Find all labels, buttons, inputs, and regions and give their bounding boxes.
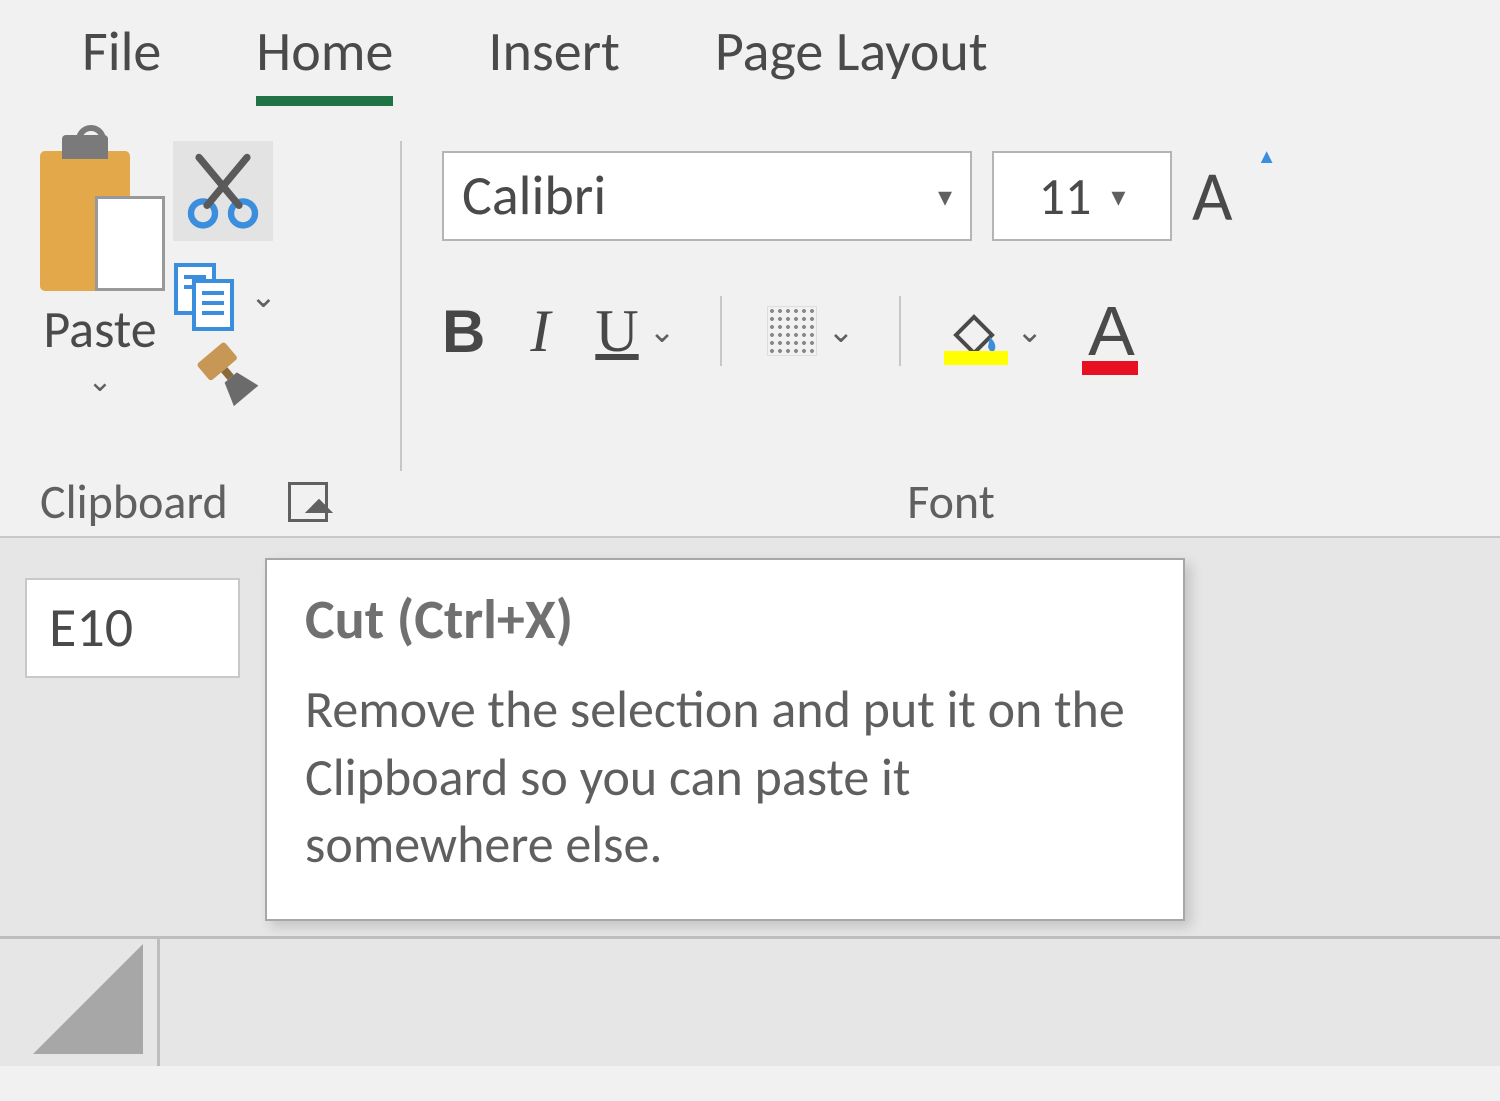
- name-box[interactable]: E10: [25, 578, 240, 678]
- ribbon: Paste ⌄: [0, 106, 1500, 526]
- chevron-down-icon: ▾: [1111, 179, 1125, 214]
- tab-home[interactable]: Home: [256, 18, 393, 106]
- cut-button[interactable]: [173, 141, 273, 241]
- font-color-button[interactable]: A: [1088, 291, 1135, 371]
- formula-bar-area: E10 Cut (Ctrl+X) Remove the selection an…: [0, 536, 1500, 1066]
- ribbon-tabs: File Home Insert Page Layout: [0, 0, 1500, 106]
- separator: [899, 296, 901, 366]
- font-group: Calibri ▾ 11 ▾ A B I U ⌄ ⌄: [402, 131, 1500, 526]
- underline-button[interactable]: U ⌄: [595, 297, 675, 366]
- font-name-value: Calibri: [462, 162, 606, 230]
- chevron-down-icon: ▾: [938, 179, 952, 214]
- select-all-triangle-icon: [33, 944, 143, 1054]
- chevron-down-icon: ⌄: [649, 312, 676, 350]
- increase-font-size-button[interactable]: A: [1192, 153, 1253, 239]
- separator: [720, 296, 722, 366]
- increase-font-size-icon: A: [1192, 153, 1233, 239]
- font-size-combo[interactable]: 11 ▾: [992, 151, 1172, 241]
- select-all-cell[interactable]: [0, 936, 160, 1066]
- paste-button[interactable]: Paste ⌄: [40, 131, 160, 400]
- tab-insert[interactable]: Insert: [488, 18, 620, 106]
- paste-dropdown-chevron[interactable]: ⌄: [87, 363, 112, 400]
- tab-page-layout[interactable]: Page Layout: [715, 18, 988, 106]
- clipboard-dialog-launcher[interactable]: [288, 482, 328, 522]
- tab-file[interactable]: File: [82, 18, 161, 106]
- grid-header-row: [0, 936, 1500, 1066]
- tooltip-body: Remove the selection and put it on the C…: [305, 676, 1145, 879]
- fill-color-icon: [946, 301, 1006, 361]
- font-size-value: 11: [1039, 164, 1092, 228]
- format-painter-icon: [172, 337, 264, 428]
- paste-icon: [40, 141, 160, 291]
- borders-button[interactable]: ⌄: [767, 306, 854, 356]
- chevron-down-icon: ⌄: [1016, 312, 1043, 350]
- font-group-label: Font: [907, 472, 995, 531]
- underline-icon: U: [595, 297, 638, 366]
- bold-button[interactable]: B: [442, 297, 485, 366]
- clipboard-group-label: Clipboard: [40, 472, 228, 531]
- copy-dropdown-chevron[interactable]: ⌄: [250, 277, 277, 316]
- cell-reference-value: E10: [49, 594, 133, 662]
- copy-button[interactable]: ⌄: [170, 261, 277, 331]
- italic-button[interactable]: I: [530, 297, 550, 366]
- font-color-icon: A: [1088, 291, 1135, 371]
- chevron-down-icon: ⌄: [827, 312, 854, 350]
- font-name-combo[interactable]: Calibri ▾: [442, 151, 972, 241]
- copy-icon: [170, 261, 240, 331]
- tooltip-title: Cut (Ctrl+X): [305, 586, 1145, 654]
- borders-icon: [767, 306, 817, 356]
- fill-color-button[interactable]: ⌄: [946, 301, 1043, 361]
- clipboard-group: Paste ⌄: [0, 131, 400, 526]
- cut-tooltip: Cut (Ctrl+X) Remove the selection and pu…: [265, 558, 1185, 921]
- paste-label: Paste: [43, 297, 156, 361]
- scissors-icon: [183, 151, 263, 231]
- format-painter-button[interactable]: [172, 337, 274, 439]
